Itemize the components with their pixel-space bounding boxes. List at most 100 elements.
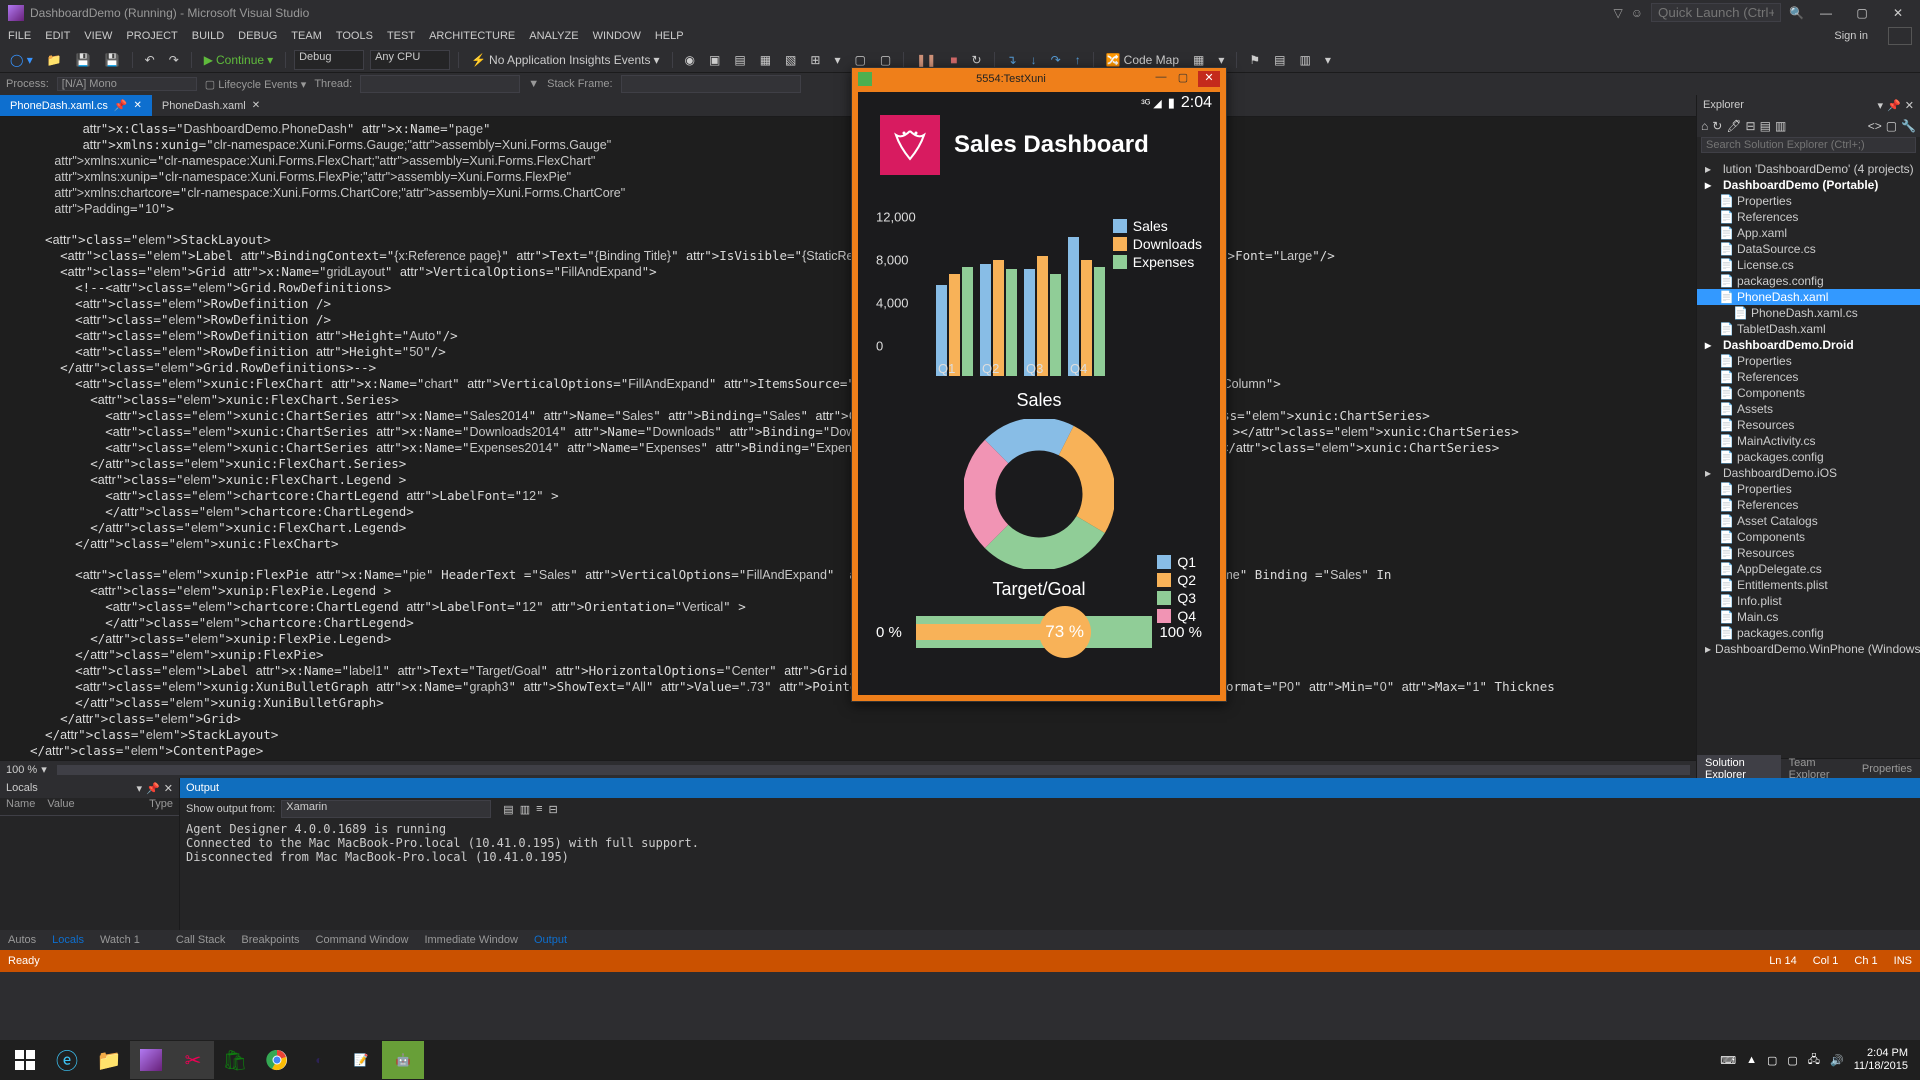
tb-icon[interactable]: <> [1868,119,1882,133]
menu-test[interactable]: TEST [387,30,415,42]
dropdown-icon[interactable]: ▾ [137,782,143,795]
tree-node[interactable]: 📄 References [1697,369,1920,385]
tb-icon[interactable]: ▢ [1886,119,1897,133]
tree-node[interactable]: 📄 Properties [1697,353,1920,369]
tree-node[interactable]: 📄 AppDelegate.cs [1697,561,1920,577]
menu-team[interactable]: TEAM [291,30,322,42]
tree-node[interactable]: ▸ DashboardDemo.WinPhone (Windows Phone … [1697,641,1920,657]
home-icon[interactable]: ⌂ [1701,119,1708,133]
tb-icon[interactable]: ▦ [1189,53,1208,67]
tab-autos[interactable]: Autos [0,932,44,948]
solution-tree[interactable]: ▸ lution 'DashboardDemo' (4 projects) ▸ D… [1697,159,1920,758]
stop-button[interactable]: ■ [946,53,961,67]
tb-icon[interactable]: ▤ [1270,53,1289,67]
notify-icon[interactable]: ▽ [1614,6,1623,20]
em-maximize-button[interactable]: ▢ [1172,71,1194,87]
tab-phonedash-xaml[interactable]: PhoneDash.xaml✕ [152,95,270,116]
tb-icon[interactable]: ▾ [1214,53,1228,67]
pin-icon[interactable]: 📌 [146,782,160,795]
volume-icon[interactable]: 🔊 [1830,1054,1844,1067]
tb-icon[interactable]: ▤ [1760,119,1771,133]
vs-taskbar-icon[interactable] [130,1041,172,1079]
tab-properties[interactable]: Properties [1854,761,1920,777]
tb-icon[interactable]: ⚑ [1245,53,1264,67]
pin-icon[interactable]: 📌 [114,99,128,112]
tb-icon[interactable]: ▥ [520,803,530,816]
tree-node[interactable]: 📄 License.cs [1697,257,1920,273]
open-file-button[interactable]: 📁 [43,53,66,67]
thread-combo[interactable] [360,75,520,93]
tb-icon[interactable]: ⊟ [549,803,558,816]
config-combo[interactable]: Debug [294,50,364,70]
menu-file[interactable]: FILE [8,30,31,42]
code-editor[interactable]: attr">x:Class="DashboardDemo.PhoneDash" … [0,117,1696,760]
tb-icon[interactable]: ◉ [681,53,699,67]
tree-node[interactable]: 📄 MainActivity.cs [1697,433,1920,449]
chrome-icon[interactable] [256,1041,298,1079]
menu-project[interactable]: PROJECT [126,30,177,42]
tree-node[interactable]: 📄 Resources [1697,417,1920,433]
feedback-icon[interactable]: ☺ [1631,6,1643,20]
quick-launch-input[interactable] [1651,3,1781,22]
android-icon[interactable]: 🤖 [382,1041,424,1079]
tab-immediate[interactable]: Immediate Window [416,932,526,948]
explorer-icon[interactable]: 📁 [88,1041,130,1079]
start-button[interactable] [4,1041,46,1079]
pause-button[interactable]: ❚❚ [912,53,940,67]
em-close-button[interactable]: ✕ [1198,71,1220,87]
tab-command[interactable]: Command Window [308,932,417,948]
tree-node[interactable]: 📄 DataSource.cs [1697,241,1920,257]
tb-icon[interactable]: ▤ [730,53,749,67]
step-over-button[interactable]: ↷ [1047,53,1065,67]
tb-icon[interactable]: ▧ [781,53,800,67]
tree-node[interactable]: 📄 Asset Catalogs [1697,513,1920,529]
eclipse-icon[interactable]: ◐ [298,1041,340,1079]
tb-icon[interactable]: ≡ [536,803,542,815]
tree-node[interactable]: 📄 Properties [1697,481,1920,497]
menu-debug[interactable]: DEBUG [238,30,277,42]
avatar[interactable] [1888,27,1912,45]
tray-date[interactable]: 11/18/2015 [1854,1060,1908,1073]
tree-node[interactable]: 📄 TabletDash.xaml [1697,321,1920,337]
tree-node[interactable]: 📄 Properties [1697,193,1920,209]
process-combo[interactable]: [N/A] Mono [57,77,197,91]
tree-node[interactable]: 📄 App.xaml [1697,225,1920,241]
tb-icon[interactable]: ↻ [1712,119,1722,133]
tree-node[interactable]: 📄 Resources [1697,545,1920,561]
tb-icon[interactable]: 🖊 [1726,119,1741,133]
menu-architecture[interactable]: ARCHITECTURE [429,30,515,42]
menu-tools[interactable]: TOOLS [336,30,373,42]
codemap-button[interactable]: 🔀 Code Map [1102,53,1183,67]
tree-node[interactable]: 📄 Info.plist [1697,593,1920,609]
sign-in-link[interactable]: Sign in [1834,30,1868,42]
step-button[interactable]: ↴ [1003,53,1021,67]
dropdown-icon[interactable]: ▾ [1878,99,1884,112]
tab-watch[interactable]: Watch 1 [92,932,148,948]
lifecycle-button[interactable]: ▢ Lifecycle Events ▾ [205,78,307,91]
tb-icon[interactable]: ▥ [1296,53,1315,67]
tree-node[interactable]: 📄 packages.config [1697,273,1920,289]
step-out-button[interactable]: ↑ [1071,53,1085,67]
tree-node[interactable]: 📄 Assets [1697,401,1920,417]
tray-icon[interactable]: ▢ [1767,1054,1777,1067]
tree-node[interactable]: ▸ DashboardDemo.iOS [1697,465,1920,481]
tree-node[interactable]: 📄 Entitlements.plist [1697,577,1920,593]
tree-node[interactable]: 📄 Components [1697,385,1920,401]
pin-icon[interactable]: 📌 [1887,99,1901,112]
tab-breakpoints[interactable]: Breakpoints [233,932,307,948]
nav-back-button[interactable]: ◯ ▾ [6,53,37,67]
menu-analyze[interactable]: ANALYZE [529,30,578,42]
tree-node[interactable]: 📄 Main.cs [1697,609,1920,625]
tree-node[interactable]: 📄 PhoneDash.xaml [1697,289,1920,305]
close-icon[interactable]: ✕ [134,100,142,111]
tree-node[interactable]: 📄 packages.config [1697,625,1920,641]
tree-node[interactable]: ▸ lution 'DashboardDemo' (4 projects) [1697,161,1920,177]
tb-icon[interactable]: ▥ [1775,119,1786,133]
output-text[interactable]: Agent Designer 4.0.0.1689 is running Con… [180,820,1920,930]
close-button[interactable]: ✕ [1884,3,1912,23]
tray-icon[interactable]: ▢ [1787,1054,1797,1067]
wrench-icon[interactable]: 🔧 [1901,119,1916,133]
tree-node[interactable]: 📄 Components [1697,529,1920,545]
undo-button[interactable]: ↶ [141,53,159,67]
em-minimize-button[interactable]: — [1150,71,1172,87]
